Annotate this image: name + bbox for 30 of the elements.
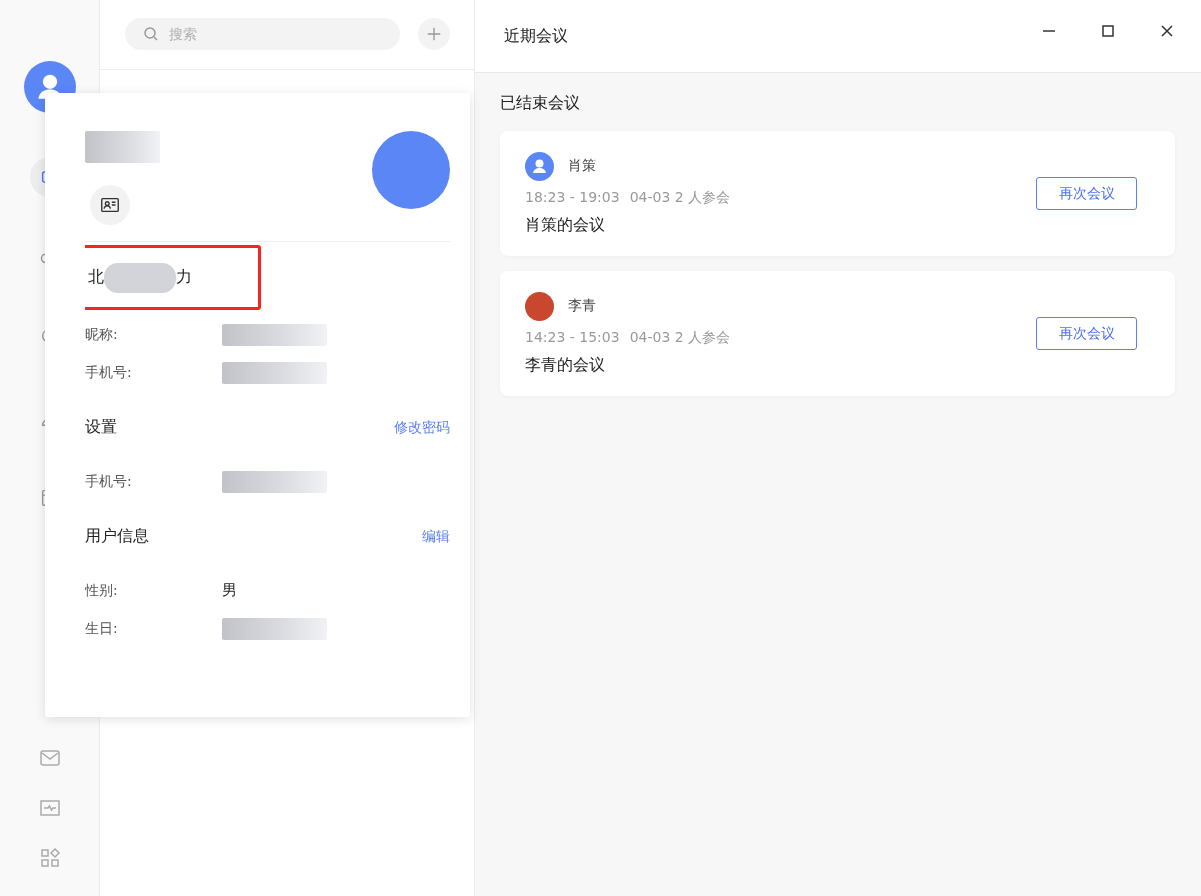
section-heading: 设置: [85, 417, 117, 438]
organization-text: 北: [88, 267, 104, 288]
meeting-time: 14:23 - 15:03: [525, 328, 620, 347]
host-name: 肖策: [568, 157, 596, 175]
field-value: 男: [222, 581, 237, 600]
section-link[interactable]: 编辑: [422, 527, 450, 546]
photo-placeholder: [525, 291, 554, 321]
field-label: 生日:: [85, 619, 119, 638]
meeting-title: 李青的会议: [525, 354, 606, 376]
meeting-time: 18:23 - 19:03: [525, 188, 620, 207]
field-label: 昵称:: [85, 325, 119, 344]
meeting-details: 04-03 2 人参会: [629, 188, 731, 207]
rejoin-button[interactable]: 再次会议: [1036, 177, 1137, 210]
field-label: 手机号:: [85, 363, 133, 382]
organization-text: 力: [176, 267, 192, 288]
id-card-icon[interactable]: [90, 185, 130, 225]
section-heading: 用户信息: [85, 526, 149, 547]
host-name: 李青: [568, 297, 596, 315]
section-title: 已结束会议: [500, 93, 581, 114]
search-field[interactable]: 搜索: [125, 17, 400, 50]
field-label: 性别:: [85, 581, 119, 600]
field-label: 手机号:: [85, 472, 133, 491]
blurred-block: [104, 262, 176, 293]
avatar-icon: [525, 151, 554, 181]
panel-title: 近期会议: [504, 25, 569, 47]
rejoin-button[interactable]: 再次会议: [1036, 317, 1137, 350]
section-link[interactable]: 修改密码: [394, 418, 450, 437]
add-button[interactable]: [418, 17, 450, 50]
meeting-details: 04-03 2 人参会: [629, 328, 731, 347]
meeting-title: 肖策的会议: [525, 214, 606, 236]
